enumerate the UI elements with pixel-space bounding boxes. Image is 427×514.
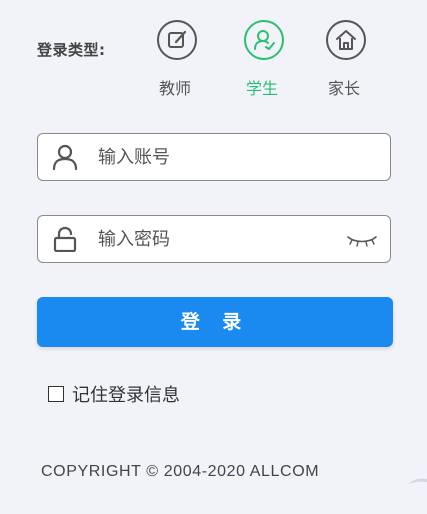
checkbox-box[interactable] xyxy=(48,386,64,402)
remember-me-label: 记住登录信息 xyxy=(72,385,180,406)
login-type-student-label: 学生 xyxy=(245,79,278,98)
login-type-teacher[interactable]: 教师 xyxy=(145,20,205,100)
remember-me-checkbox[interactable]: 记住登录信息 xyxy=(48,381,180,407)
student-icon xyxy=(244,20,284,60)
home-icon xyxy=(326,20,366,60)
eye-closed-icon[interactable] xyxy=(346,233,378,247)
login-type-parent[interactable]: 家长 xyxy=(314,20,374,100)
login-type-student[interactable]: 学生 xyxy=(232,20,292,100)
login-type-parent-label: 家长 xyxy=(327,79,360,98)
password-field xyxy=(37,215,391,263)
login-type-label: 登录类型: xyxy=(37,41,106,59)
login-button[interactable]: 登 录 xyxy=(37,297,393,347)
password-input[interactable] xyxy=(98,224,338,254)
copyright-text: COPYRIGHT © 2004-2020 ALLCOM xyxy=(41,463,320,480)
lock-icon xyxy=(53,226,77,252)
user-icon xyxy=(52,144,78,170)
decorative-swoosh xyxy=(408,478,427,484)
login-type-teacher-label: 教师 xyxy=(158,79,191,98)
edit-icon xyxy=(157,20,197,60)
account-field xyxy=(37,133,391,181)
account-input[interactable] xyxy=(98,142,338,172)
